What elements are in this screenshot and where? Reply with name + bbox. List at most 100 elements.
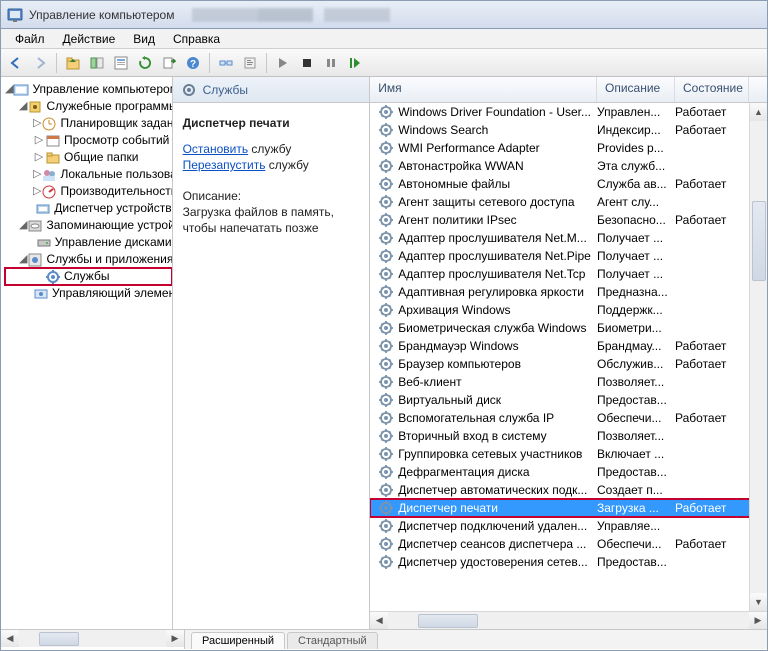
tree-event[interactable]: ▷Просмотр событий — [5, 132, 172, 149]
tree-apps[interactable]: ◢Службы и приложения — [5, 251, 172, 268]
tree-wmi[interactable]: Управляющий элемен — [5, 285, 172, 302]
menu-action[interactable]: Действие — [55, 30, 124, 48]
tab-standard[interactable]: Стандартный — [287, 632, 378, 649]
service-row[interactable]: Адаптер прослушивателя Net.TcpПолучает .… — [370, 265, 767, 283]
scroll-up-icon[interactable]: ▲ — [750, 103, 767, 121]
col-name[interactable]: Имя — [370, 77, 597, 102]
service-desc: Создает п... — [597, 483, 675, 497]
tree-devmgr-label: Диспетчер устройств — [54, 200, 171, 217]
service-desc: Управлен... — [597, 105, 675, 119]
pause-button[interactable] — [320, 52, 342, 74]
stop-link[interactable]: Остановить — [183, 142, 249, 156]
tree-scheduler[interactable]: ▷Планировщик заданий — [5, 115, 172, 132]
service-row[interactable]: Агент защиты сетевого доступаАгент слу..… — [370, 193, 767, 211]
tree-root-label: Управление компьютером (л — [32, 81, 172, 98]
service-row[interactable]: Агент политики IPsecБезопасно...Работает — [370, 211, 767, 229]
service-row[interactable]: Виртуальный дискПредостав... — [370, 391, 767, 409]
tree-apps-label: Службы и приложения — [46, 251, 172, 268]
service-row[interactable]: Архивация WindowsПоддержк... — [370, 301, 767, 319]
stop-button[interactable] — [296, 52, 318, 74]
col-desc[interactable]: Описание — [597, 77, 675, 102]
col-state[interactable]: Состояние — [675, 77, 749, 102]
service-row[interactable]: Вторичный вход в системуПозволяет... — [370, 427, 767, 445]
service-desc: Безопасно... — [597, 213, 675, 227]
menu-help[interactable]: Справка — [165, 30, 228, 48]
scroll-down-icon[interactable]: ▼ — [750, 593, 767, 611]
forward-button[interactable] — [29, 52, 51, 74]
service-row[interactable]: Брандмауэр WindowsБрандмау...Работает — [370, 337, 767, 355]
gear-icon — [378, 104, 394, 120]
tree-shared-label: Общие папки — [64, 149, 138, 166]
service-row[interactable]: Биометрическая служба WindowsБиометри... — [370, 319, 767, 337]
menu-file[interactable]: Файл — [7, 30, 53, 48]
export-button[interactable] — [158, 52, 180, 74]
col-pad — [749, 77, 767, 102]
window-title: Управление компьютером — [29, 8, 174, 22]
service-row[interactable]: Windows Driver Foundation - User...Управ… — [370, 103, 767, 121]
service-row[interactable]: Адаптивная регулировка яркостиПредназна.… — [370, 283, 767, 301]
tree-diskmgr[interactable]: Управление дисками — [5, 234, 172, 251]
show-hide-button[interactable] — [86, 52, 108, 74]
scrollbar-horizontal[interactable]: ◀ ▶ — [370, 611, 767, 629]
tabstrip: Расширенный Стандартный — [185, 629, 767, 649]
tree-systools[interactable]: ◢Служебные программы — [5, 98, 172, 115]
service-row[interactable]: Диспетчер удостоверения сетев...Предоста… — [370, 553, 767, 571]
restart-tail: службу — [265, 158, 308, 172]
tree-storage[interactable]: ◢Запоминающие устройс — [5, 217, 172, 234]
service-desc: Индексир... — [597, 123, 675, 137]
service-row[interactable]: Диспетчер печатиЗагрузка ...Работает — [370, 499, 767, 517]
action-button[interactable] — [239, 52, 261, 74]
refresh-button[interactable] — [134, 52, 156, 74]
service-row[interactable]: Windows SearchИндексир...Работает — [370, 121, 767, 139]
connect-button[interactable] — [215, 52, 237, 74]
service-row[interactable]: Адаптер прослушивателя Net.PipeПолучает … — [370, 247, 767, 265]
tree-root[interactable]: ◢Управление компьютером (л — [5, 81, 172, 98]
scroll-thumb[interactable] — [752, 201, 766, 281]
tree-scroll-thumb[interactable] — [39, 632, 79, 646]
titlebar-blur — [192, 8, 412, 22]
service-row[interactable]: Дефрагментация дискаПредостав... — [370, 463, 767, 481]
service-row[interactable]: Автономные файлыСлужба ав...Работает — [370, 175, 767, 193]
up-button[interactable] — [62, 52, 84, 74]
properties-button[interactable] — [110, 52, 132, 74]
service-row[interactable]: Диспетчер сеансов диспетчера ...Обеспечи… — [370, 535, 767, 553]
service-row[interactable]: Диспетчер подключений удален...Управляе.… — [370, 517, 767, 535]
mmc-icon — [7, 7, 23, 23]
gear-icon — [378, 374, 394, 390]
tree-diskmgr-label: Управление дисками — [55, 234, 172, 251]
main-area: ◢Управление компьютером (л ◢Служебные пр… — [1, 77, 767, 629]
tree-shared[interactable]: ▷Общие папки — [5, 149, 172, 166]
restart-link[interactable]: Перезапустить — [183, 158, 266, 172]
scrollbar-vertical[interactable]: ▲ ▼ — [749, 103, 767, 611]
tree-users[interactable]: ▷Локальные пользоват — [5, 166, 172, 183]
service-row[interactable]: Адаптер прослушивателя Net.M...Получает … — [370, 229, 767, 247]
service-row[interactable]: Диспетчер автоматических подк...Создает … — [370, 481, 767, 499]
service-name: Группировка сетевых участников — [398, 447, 597, 461]
scroll-left-icon[interactable]: ◀ — [370, 612, 388, 629]
service-row[interactable]: WMI Performance AdapterProvides p... — [370, 139, 767, 157]
tree-devmgr[interactable]: Диспетчер устройств — [5, 200, 172, 217]
service-row[interactable]: Группировка сетевых участниковВключает .… — [370, 445, 767, 463]
service-row[interactable]: Браузер компьютеровОбслужив...Работает — [370, 355, 767, 373]
tree-perf[interactable]: ▷Производительность — [5, 183, 172, 200]
service-row[interactable]: Автонастройка WWANЭта служб... — [370, 157, 767, 175]
scroll-thumb-h[interactable] — [418, 614, 478, 628]
back-button[interactable] — [5, 52, 27, 74]
menu-view[interactable]: Вид — [125, 30, 163, 48]
tree-hscroll[interactable]: ◀ ▶ — [1, 629, 184, 647]
tree-scroll-left-icon[interactable]: ◀ — [1, 630, 19, 647]
desc-text: Загрузка файлов в память, чтобы напечата… — [183, 204, 360, 236]
tree-services[interactable]: Службы — [5, 268, 172, 285]
scroll-right-icon[interactable]: ▶ — [749, 612, 767, 629]
tree-storage-label: Запоминающие устройс — [46, 217, 172, 234]
help-button[interactable]: ? — [182, 52, 204, 74]
service-desc: Поддержк... — [597, 303, 675, 317]
play-button[interactable] — [272, 52, 294, 74]
service-name: Диспетчер печати — [398, 501, 597, 515]
service-row[interactable]: Вспомогательная служба IPОбеспечи...Рабо… — [370, 409, 767, 427]
tree-scroll-right-icon[interactable]: ▶ — [166, 630, 184, 647]
tab-extended[interactable]: Расширенный — [191, 632, 285, 649]
restart-button[interactable] — [344, 52, 366, 74]
service-row[interactable]: Веб-клиентПозволяет... — [370, 373, 767, 391]
service-name: Диспетчер удостоверения сетев... — [398, 555, 597, 569]
